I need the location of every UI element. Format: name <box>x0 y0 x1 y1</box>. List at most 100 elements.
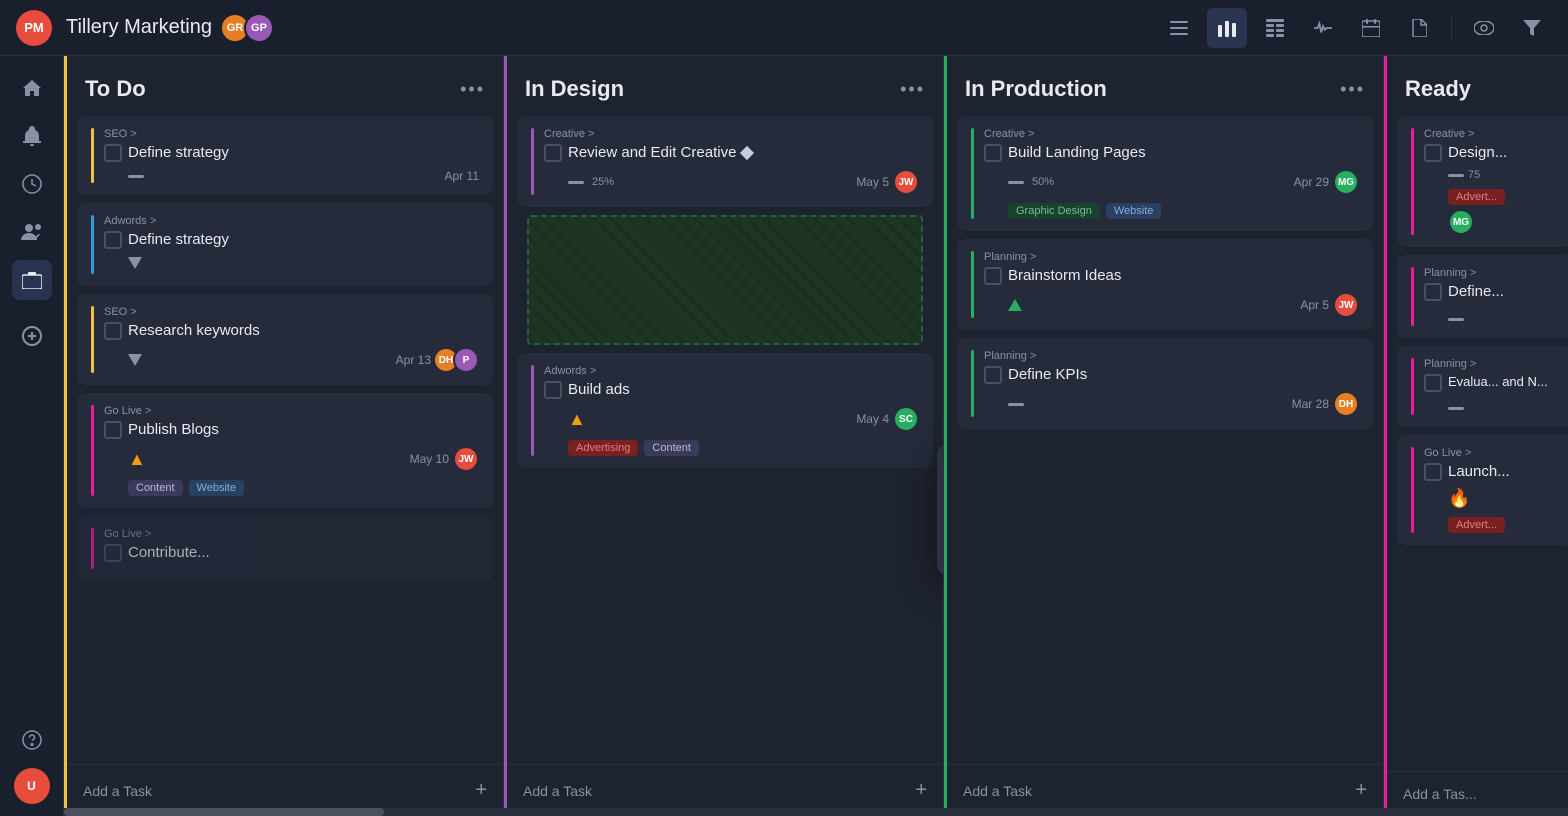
task-title: Evalua... and N... <box>1448 374 1559 389</box>
task-card[interactable]: Planning > Define... <box>1397 255 1568 338</box>
task-card[interactable]: Creative > Build Landing Pages 50% <box>957 116 1373 231</box>
task-card[interactable]: Go Live > Launch... 🔥 Advert... <box>1397 435 1568 545</box>
board-scrollbar[interactable] <box>64 808 1568 816</box>
task-checkbox[interactable] <box>544 144 562 162</box>
task-checkbox[interactable] <box>1424 144 1442 162</box>
column-menu-inproduction[interactable]: ••• <box>1340 79 1365 100</box>
task-card[interactable]: Planning > Evalua... and N... <box>1397 346 1568 427</box>
task-checkbox[interactable] <box>1424 374 1442 392</box>
calendar-view-btn[interactable] <box>1351 8 1391 48</box>
column-menu-todo[interactable]: ••• <box>460 79 485 100</box>
sidebar-notifications[interactable] <box>12 116 52 156</box>
task-checkbox[interactable] <box>1424 463 1442 481</box>
task-card[interactable]: Adwords > Build ads ▲ May 4 <box>517 353 933 468</box>
sidebar-recent[interactable] <box>12 164 52 204</box>
task-checkbox[interactable] <box>104 144 122 162</box>
priority-fire-icon: 🔥 <box>1448 488 1470 508</box>
filter-btn[interactable] <box>1512 8 1552 48</box>
task-tags: Advert... <box>1448 517 1559 533</box>
task-title: Review and Edit Creative <box>568 144 919 161</box>
column-ready: Ready Creative > Design... <box>1384 56 1568 816</box>
task-tags: Content Website <box>128 480 479 496</box>
column-header-inproduction: In Production ••• <box>947 56 1383 116</box>
task-card[interactable]: Go Live > Contribute... <box>77 516 493 581</box>
popup-card: SEO > Update website metadata ▼ Apr 20 J… <box>937 445 943 575</box>
task-category: Creative > <box>544 128 919 140</box>
tag: Website <box>189 480 245 496</box>
avatar: JW <box>453 446 479 472</box>
progress-indicator <box>1008 181 1024 184</box>
priority-down-icon <box>128 257 142 269</box>
sidebar-add[interactable] <box>12 316 52 356</box>
task-checkbox[interactable] <box>984 366 1002 384</box>
nav-icons <box>1159 8 1552 48</box>
task-category: Planning > <box>984 251 1359 263</box>
task-card[interactable]: Planning > Define KPIs Mar 28 <box>957 338 1373 429</box>
sidebar-team[interactable] <box>12 212 52 252</box>
diamond-icon <box>740 145 754 159</box>
priority-up-icon: ▲ <box>128 449 146 470</box>
task-card[interactable]: Planning > Brainstorm Ideas Apr 5 <box>957 239 1373 330</box>
task-checkbox[interactable] <box>1424 283 1442 301</box>
nav-divider <box>1451 16 1452 40</box>
column-menu-indesign[interactable]: ••• <box>900 79 925 100</box>
task-title: Publish Blogs <box>128 421 479 438</box>
sidebar-projects[interactable] <box>12 260 52 300</box>
task-card[interactable]: Creative > Review and Edit Creative <box>517 116 933 207</box>
column-title-todo: To Do <box>85 76 460 102</box>
pulse-view-btn[interactable] <box>1303 8 1343 48</box>
task-checkbox[interactable] <box>104 231 122 249</box>
eye-btn[interactable] <box>1464 8 1504 48</box>
task-title: Build ads <box>568 381 919 398</box>
task-checkbox[interactable] <box>544 381 562 399</box>
task-checkbox[interactable] <box>104 544 122 562</box>
task-checkbox[interactable] <box>104 421 122 439</box>
column-header-todo: To Do ••• <box>67 56 503 116</box>
board-view-btn[interactable] <box>1207 8 1247 48</box>
task-checkbox[interactable] <box>984 144 1002 162</box>
task-date: Apr 11 <box>445 169 479 183</box>
user-avatar[interactable]: U <box>14 768 50 804</box>
avatar-gp[interactable]: GP <box>244 13 274 43</box>
task-category: Go Live > <box>104 528 479 540</box>
task-category: Go Live > <box>104 405 479 417</box>
progress-indicator <box>1448 318 1464 321</box>
priority-down-icon <box>128 354 142 366</box>
sidebar-home[interactable] <box>12 68 52 108</box>
sidebar-help[interactable] <box>12 720 52 760</box>
app-logo[interactable]: PM <box>16 10 52 46</box>
scrollbar-thumb[interactable] <box>64 808 384 816</box>
board-area: To Do ••• SEO > Define strategy <box>64 56 1568 816</box>
avatar: MG <box>1448 209 1474 235</box>
avatar: MG <box>1333 169 1359 195</box>
column-scroll-inproduction: Creative > Build Landing Pages 50% <box>947 116 1383 764</box>
task-card[interactable]: Go Live > Publish Blogs ▲ May 10 <box>77 393 493 508</box>
task-checkbox[interactable] <box>104 322 122 340</box>
task-card[interactable]: SEO > Define strategy Apr 11 <box>77 116 493 195</box>
task-category: Planning > <box>1424 267 1559 279</box>
avatar: SC <box>893 406 919 432</box>
task-date: May 4 <box>856 412 889 426</box>
file-view-btn[interactable] <box>1399 8 1439 48</box>
add-icon: + <box>475 779 487 802</box>
progress-bar-small <box>128 175 144 178</box>
sidebar-bottom: U <box>12 720 52 804</box>
progress-indicator <box>568 181 584 184</box>
task-checkbox[interactable] <box>984 267 1002 285</box>
task-title: Define KPIs <box>1008 366 1359 383</box>
column-scroll-ready: Creative > Design... 75 Advert... <box>1387 116 1568 771</box>
list-view-btn[interactable] <box>1159 8 1199 48</box>
task-card[interactable]: Adwords > Define strategy <box>77 203 493 286</box>
task-category: Adwords > <box>104 215 479 227</box>
progress-text: 50% <box>1032 176 1054 188</box>
task-category: Planning > <box>984 350 1359 362</box>
table-view-btn[interactable] <box>1255 8 1295 48</box>
column-title-inproduction: In Production <box>965 76 1340 102</box>
column-header-indesign: In Design ••• <box>507 56 943 116</box>
task-card[interactable]: Creative > Design... 75 Advert... <box>1397 116 1568 247</box>
task-date: Apr 29 <box>1294 175 1329 189</box>
column-title-ready: Ready <box>1405 76 1565 102</box>
task-card[interactable]: SEO > Research keywords Ap <box>77 294 493 385</box>
drag-zone <box>527 215 923 345</box>
task-title: Define... <box>1448 283 1559 300</box>
